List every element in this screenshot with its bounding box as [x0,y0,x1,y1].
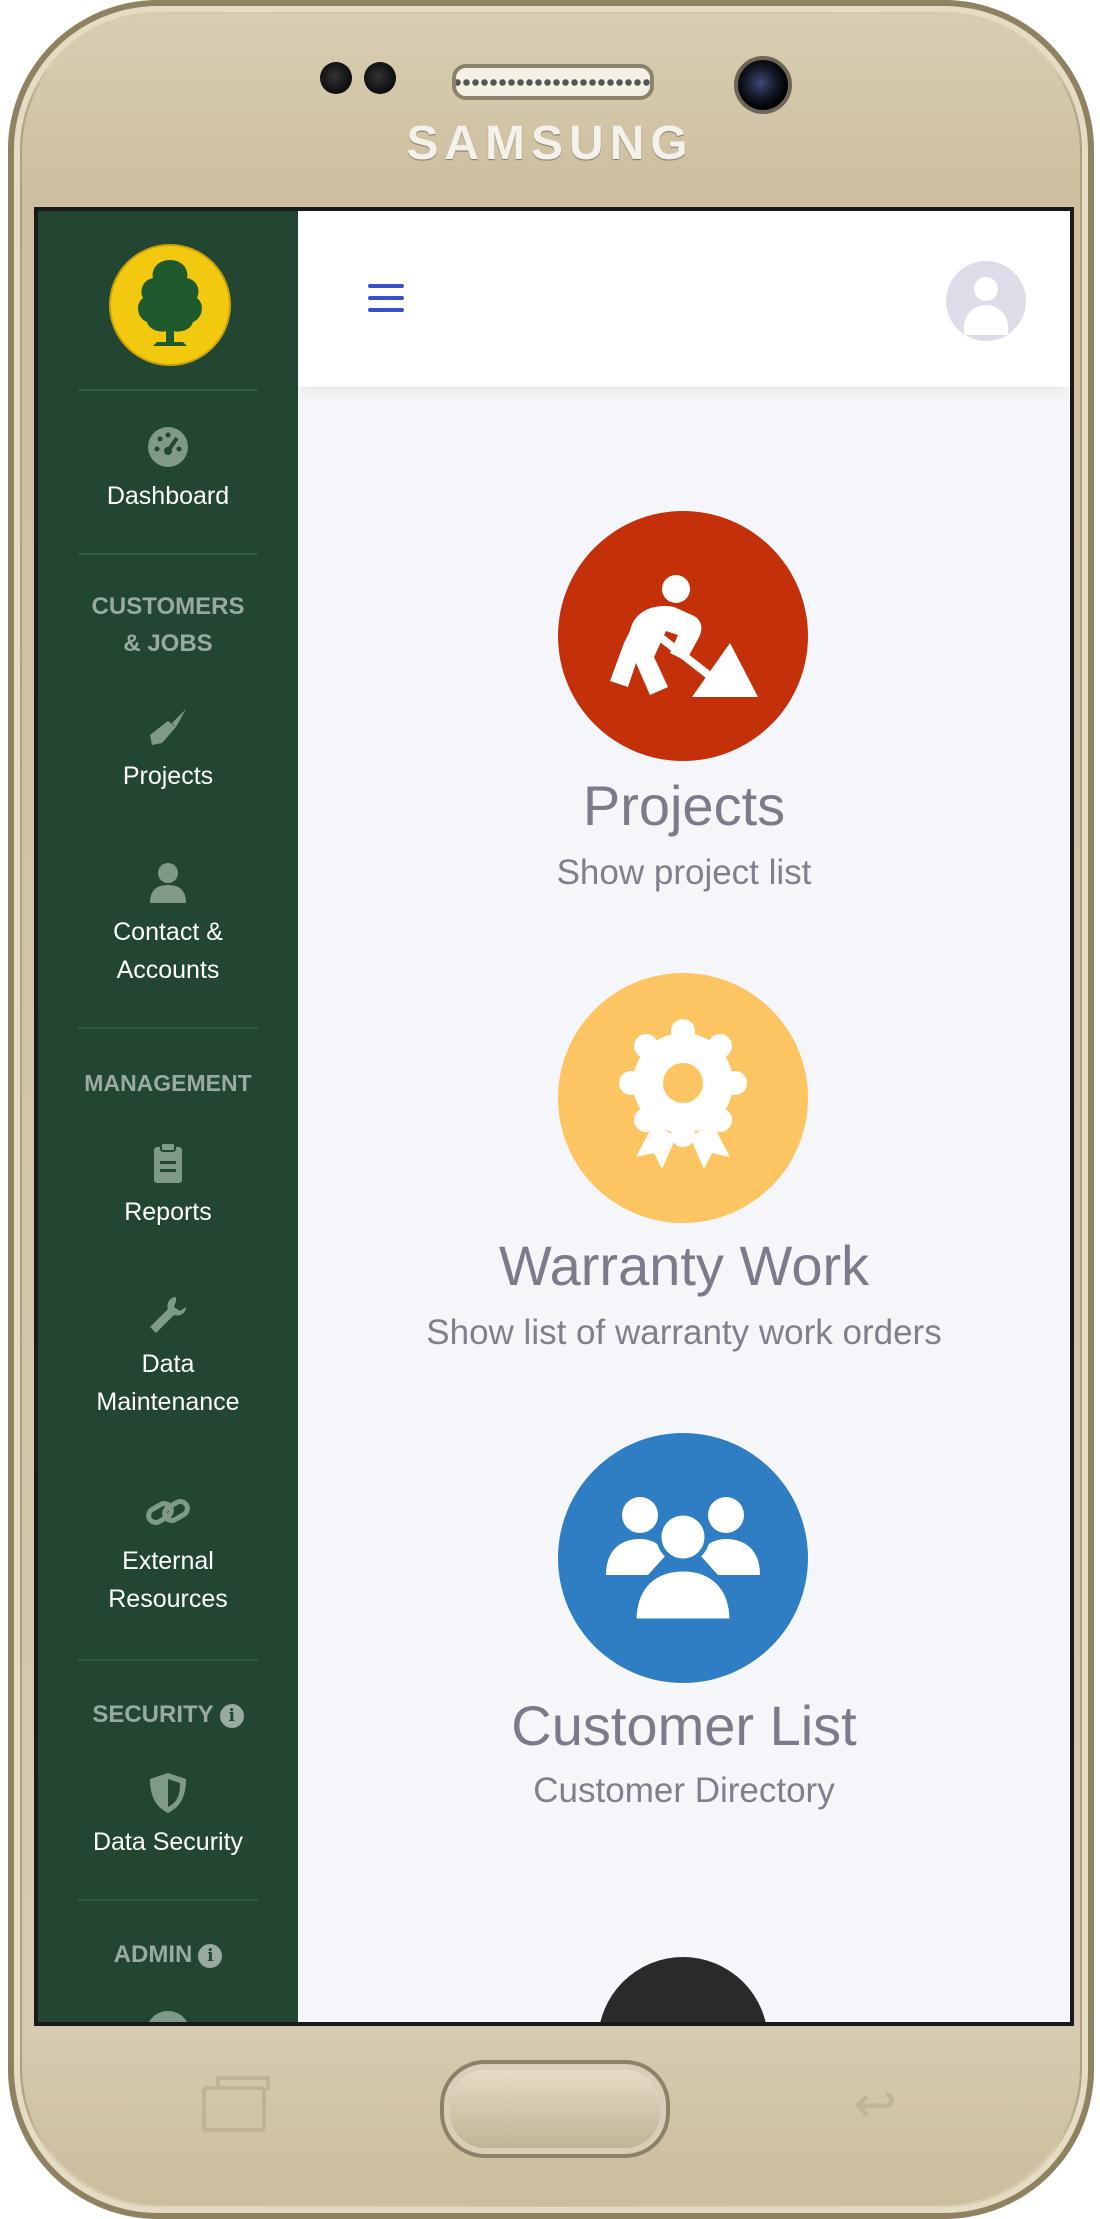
nav-data-security[interactable]: Data Security [38,1771,298,1861]
nav-dashboard[interactable]: Dashboard [38,425,298,515]
nav-projects-label: Projects [122,762,214,790]
wrench-icon [150,1297,186,1333]
divider [78,553,258,555]
sensor-dot [364,62,396,94]
users-group-icon [558,1433,808,1683]
recent-apps-icon[interactable] [202,2076,270,2132]
customer-list-card-subtitle: Customer Directory [533,1771,835,1810]
section-customers-label: CUSTOMERS & JOBS [91,593,245,657]
section-security-label: SECURITY [92,1701,214,1728]
section-security: SECURITY i [38,1696,298,1733]
nav-contacts[interactable]: Contact & Accounts [38,861,298,989]
back-icon[interactable]: ↩ [840,2079,910,2131]
sidebar: Dashboard CUSTOMERS & JOBS Projects Cont… [38,211,298,2022]
earpiece-speaker [452,64,654,100]
warranty-work-card-title: Warranty Work [498,1234,870,1297]
nav-external-resources-label: External Resources [108,1547,228,1613]
top-bar [298,211,1070,387]
shield-icon [150,1773,186,1813]
user-avatar-icon[interactable] [946,261,1026,341]
nav-reports-label: Reports [124,1198,212,1226]
section-management: MANAGEMENT [38,1065,298,1102]
trowel-icon [150,709,186,745]
construction-worker-icon [558,511,808,761]
section-customers-jobs: CUSTOMERS & JOBS [38,588,298,662]
divider [78,1027,258,1029]
section-admin-label: ADMIN [113,1941,193,1968]
main-content: Projects Show project list Warranty Work… [298,387,1070,2022]
info-icon[interactable]: i [198,1943,223,1968]
tree-logo-icon[interactable] [109,244,231,366]
nav-data-maintenance-label: Data Maintenance [96,1350,240,1416]
info-icon[interactable]: i [219,1703,244,1728]
customer-list-card-title: Customer List [511,1694,857,1757]
next-card-icon[interactable] [598,1957,768,2022]
admin-item-icon[interactable] [146,2011,190,2022]
device-brand: SAMSUNG [406,117,694,170]
divider [78,1659,258,1661]
link-icon [146,1499,190,1525]
award-ribbon-icon [558,973,808,1223]
divider [78,1899,258,1901]
sensor-dot [320,62,352,94]
home-button[interactable] [440,2060,670,2158]
section-management-label: MANAGEMENT [84,1070,252,1096]
front-camera [734,56,792,114]
nav-reports[interactable]: Reports [38,1141,298,1231]
nav-dashboard-label: Dashboard [106,482,230,510]
nav-external-resources[interactable]: External Resources [38,1490,298,1618]
nav-contacts-label: Contact & Accounts [113,918,223,984]
nav-projects[interactable]: Projects [38,705,298,795]
projects-card-title: Projects [582,774,786,837]
gauge-icon [148,427,188,467]
warranty-work-card-subtitle: Show list of warranty work orders [426,1313,942,1352]
app-screen: Dashboard CUSTOMERS & JOBS Projects Cont… [34,207,1074,2026]
hamburger-icon[interactable] [368,284,404,314]
user-icon [150,863,186,903]
nav-data-security-label: Data Security [92,1828,244,1856]
section-admin: ADMIN i [38,1936,298,1973]
projects-card-subtitle: Show project list [556,853,812,892]
clipboard-icon [154,1142,182,1183]
nav-data-maintenance[interactable]: Data Maintenance [38,1293,298,1421]
divider [78,389,258,391]
